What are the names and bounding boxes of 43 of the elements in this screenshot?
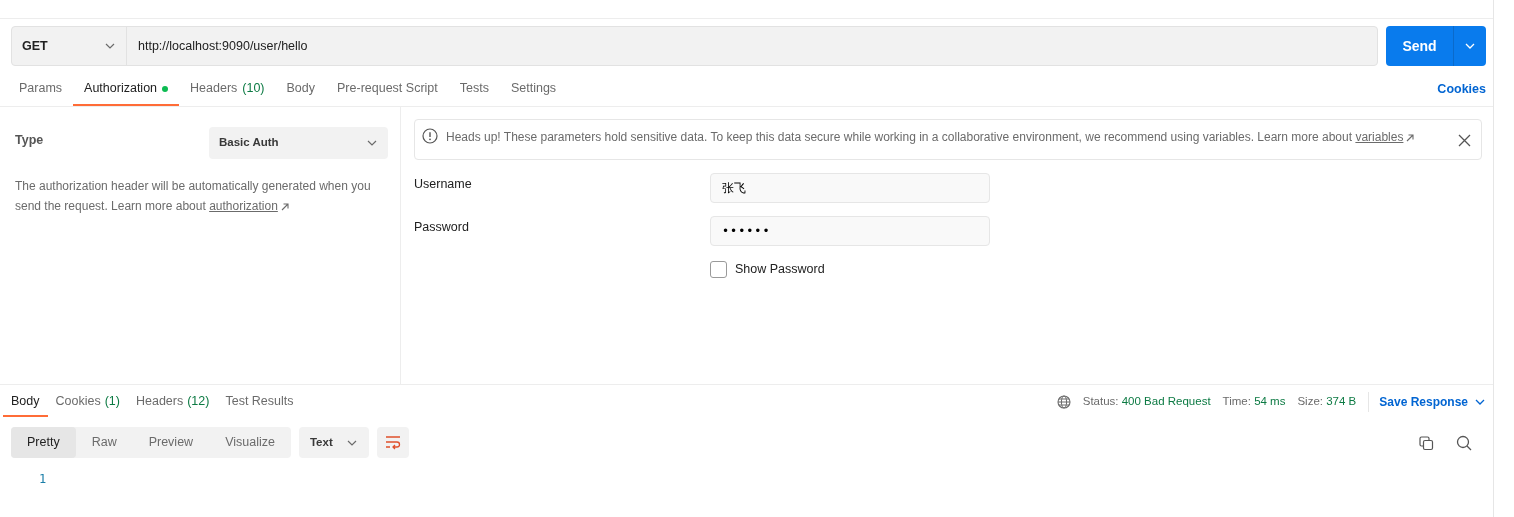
checkbox-label: Show Password [735,261,825,278]
request-tab[interactable]: Authorization [73,73,180,106]
external-link-icon [280,202,289,211]
request-tab[interactable]: Headers (10) [179,73,276,106]
request-tab[interactable]: Tests [448,73,500,106]
line-number: 1 [38,471,48,488]
close-icon [1458,134,1471,148]
external-link-icon [1406,133,1415,142]
format-select[interactable]: Text [298,427,369,458]
cookies-link[interactable]: Cookies [1437,80,1486,99]
response-meta: Size: 374 B [1297,394,1357,410]
view-mode-tab[interactable]: Pretty [11,427,76,458]
globe-icon [1056,395,1071,409]
response-tab[interactable]: Body [3,387,48,417]
password-field[interactable]: •••••• [710,216,990,246]
response-tab[interactable]: Headers (12) [127,387,218,417]
copy-icon [1419,435,1434,451]
response-meta: Time: 54 ms [1222,394,1286,410]
search-icon [1456,435,1472,452]
checkbox[interactable] [710,260,727,278]
response-tab[interactable]: Test Results [217,387,302,417]
view-mode-tab[interactable]: Preview [132,427,210,458]
response-meta: Status: 400 Bad Request [1082,394,1211,410]
wrap-icon [384,434,401,451]
view-mode-tab[interactable]: Raw [75,427,133,458]
auth-description: The authorization header will be automatically generated when you send the request. Learn more about authorization [15,178,372,215]
response-tab[interactable]: Cookies (1) [47,387,128,417]
info-icon [422,128,438,144]
request-tab[interactable]: Pre-request Script [326,73,449,106]
save-response-button[interactable]: Save Response [1368,392,1486,412]
field-label: Username [414,175,473,193]
type-label: Type [15,132,44,149]
variables-link[interactable]: variables [1355,130,1404,144]
alert-message: Heads up! These parameters hold sensitive data. To keep this data secure while working in a collaborative environment, we recommend using variables. Learn more about variables [446,128,1421,147]
wrap-lines-button[interactable] [376,427,409,458]
username-field[interactable]: 张飞 [710,173,990,203]
request-tab[interactable]: Body [275,73,327,106]
request-tab[interactable]: Settings [499,73,568,106]
view-mode-tab[interactable]: Visualize [209,427,291,458]
authorization-link[interactable]: authorization [209,199,278,213]
request-tab[interactable]: Params [8,73,74,106]
auth-type-select[interactable]: Basic Auth [209,127,388,159]
field-label: Password [414,218,470,236]
